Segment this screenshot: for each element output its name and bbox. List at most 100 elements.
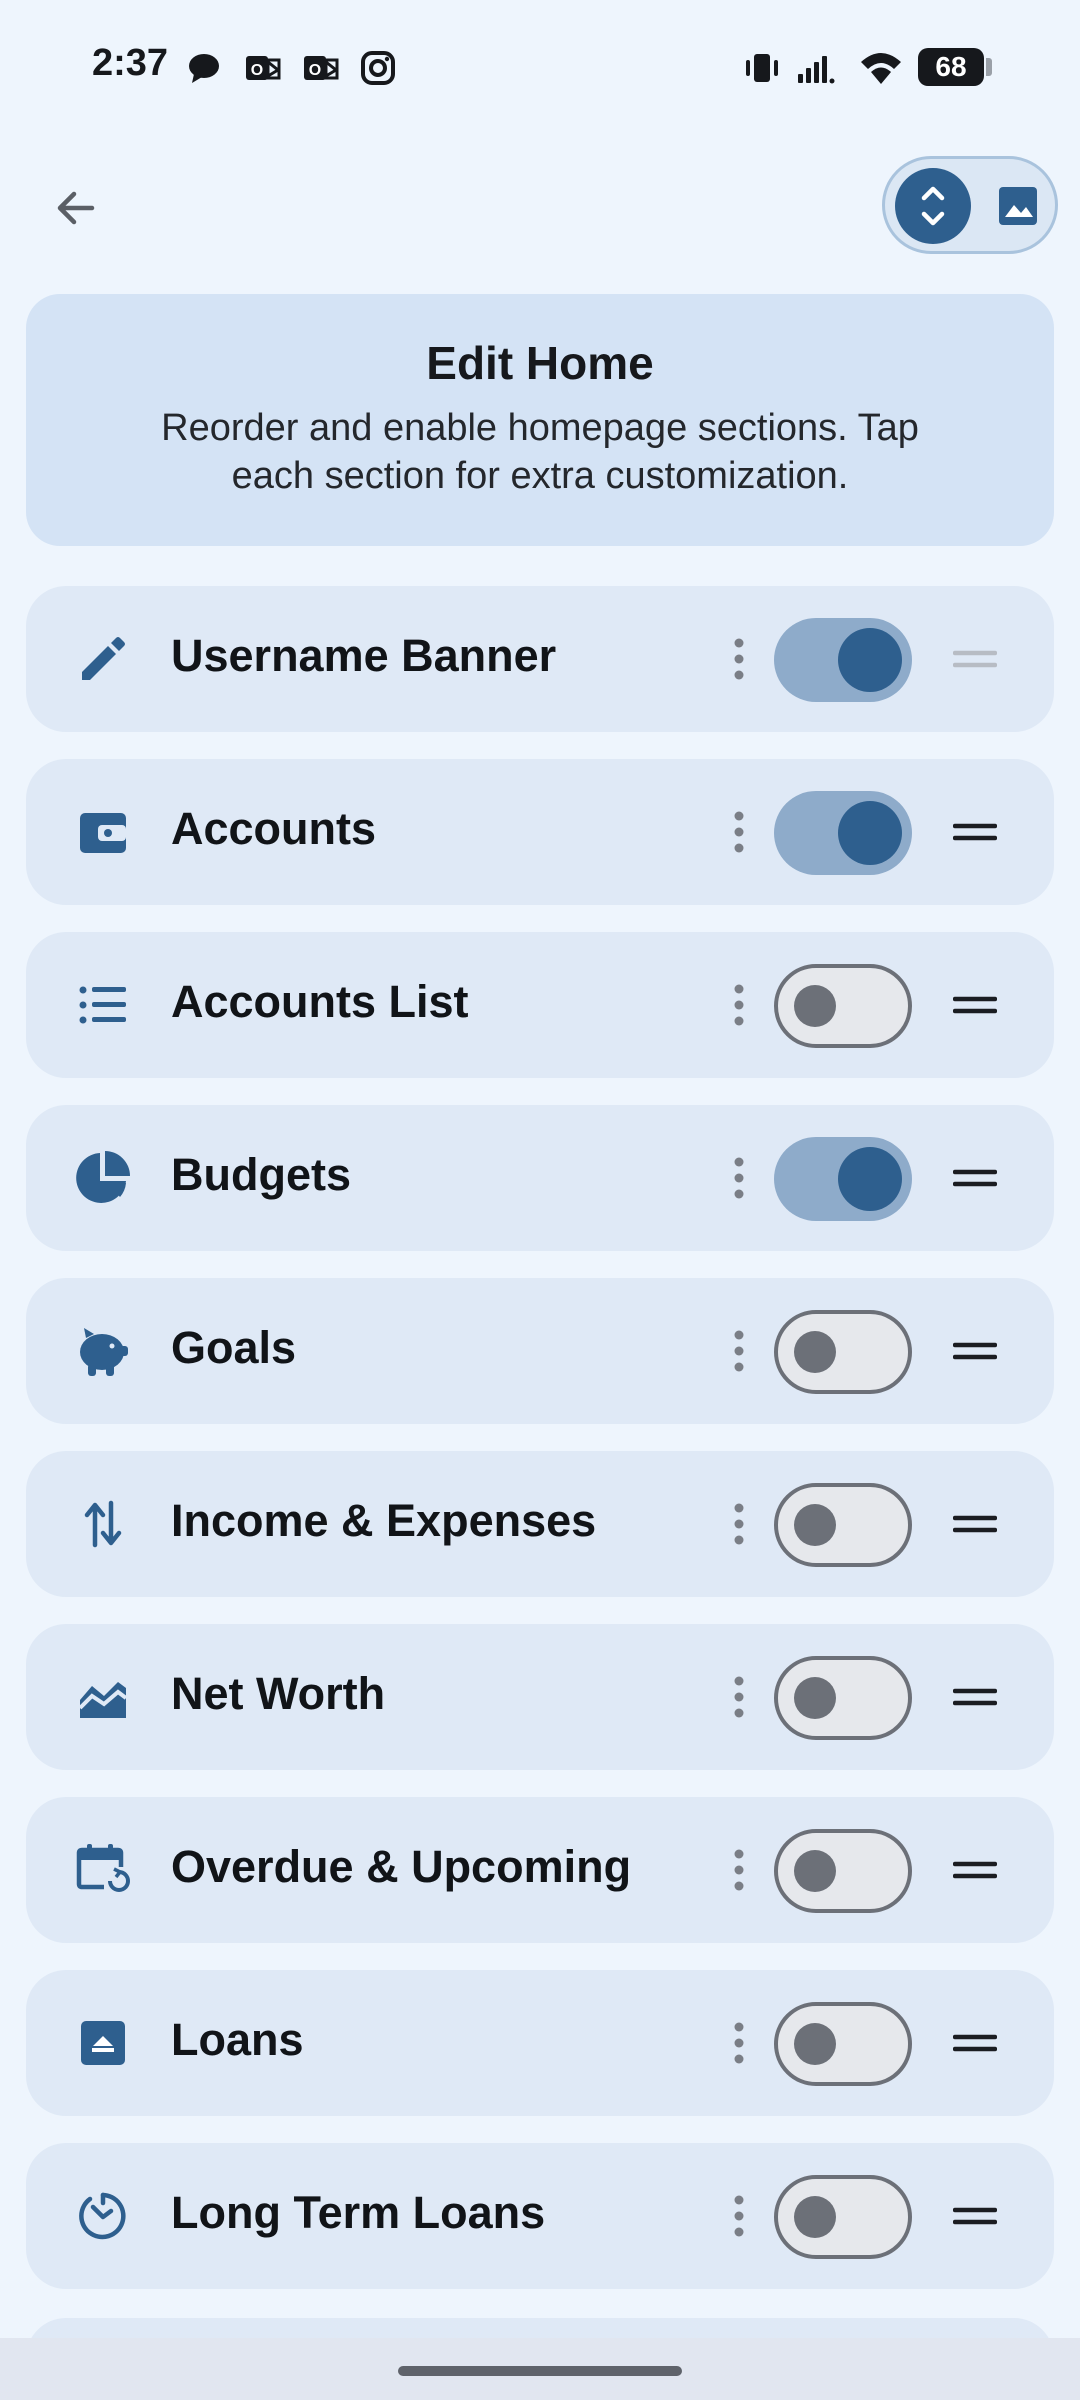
drag-handle[interactable] — [952, 2026, 998, 2060]
edit-home-header-card: Edit Home Reorder and enable homepage se… — [26, 294, 1054, 546]
wifi-icon — [861, 53, 901, 84]
home-indicator[interactable] — [398, 2366, 682, 2376]
page-title: Edit Home — [426, 337, 654, 389]
battery-icon: 68 — [918, 48, 992, 86]
outlook-icon: O — [304, 56, 339, 80]
drag-handle[interactable] — [952, 815, 998, 849]
section-label: Loans — [171, 2014, 304, 2065]
chat-bubble-icon — [189, 54, 219, 83]
page-description: Reorder and enable homepage sections. Ta… — [161, 407, 919, 497]
section-label: Accounts List — [171, 976, 469, 1027]
swap-vertical-icon — [84, 1500, 122, 1548]
switch-knob — [794, 1331, 836, 1373]
more-options-button[interactable] — [714, 1845, 764, 1895]
piggy-bank-icon — [80, 1328, 128, 1376]
drag-handle-icon — [953, 1342, 997, 1360]
section-enable-switch[interactable] — [774, 2175, 912, 2259]
drag-handle-icon — [953, 2034, 997, 2052]
drag-handle[interactable] — [952, 1853, 998, 1887]
section-label: Budgets — [171, 1149, 351, 1200]
more-vertical-icon — [734, 2195, 744, 2237]
section-row-overdue-upcoming[interactable]: Overdue & Upcoming — [26, 1797, 1054, 1943]
section-enable-switch[interactable] — [774, 2002, 912, 2086]
section-enable-switch[interactable] — [774, 1656, 912, 1740]
section-enable-switch[interactable] — [774, 964, 912, 1048]
status-bar: 2:37 O O 68 — [0, 0, 1080, 130]
more-options-button[interactable] — [714, 1499, 764, 1549]
section-enable-switch[interactable] — [774, 1310, 912, 1394]
section-enable-switch[interactable] — [774, 1483, 912, 1567]
image-icon — [999, 187, 1037, 225]
outlook-icon: O — [246, 56, 281, 80]
section-row-net-worth[interactable]: Net Worth — [26, 1624, 1054, 1770]
more-options-button[interactable] — [714, 807, 764, 857]
list-icon — [79, 986, 126, 1024]
switch-knob — [838, 1147, 902, 1211]
svg-text:O: O — [251, 62, 263, 79]
more-options-button[interactable] — [714, 2191, 764, 2241]
section-row-loans[interactable]: Loans — [26, 1970, 1054, 2116]
switch-knob — [794, 1850, 836, 1892]
more-vertical-icon — [734, 811, 744, 853]
switch-knob — [794, 2196, 836, 2238]
drag-handle[interactable] — [952, 642, 998, 676]
more-options-button[interactable] — [714, 634, 764, 684]
section-row-budgets[interactable]: Budgets — [26, 1105, 1054, 1251]
drag-handle[interactable] — [952, 1334, 998, 1368]
section-label: Goals — [171, 1322, 297, 1373]
drag-handle[interactable] — [952, 1507, 998, 1541]
pencil-icon — [82, 637, 125, 680]
more-vertical-icon — [734, 1676, 744, 1718]
section-row-username-banner[interactable]: Username Banner — [26, 586, 1054, 732]
switch-knob — [794, 1504, 836, 1546]
section-enable-switch[interactable] — [774, 1137, 912, 1221]
svg-text:O: O — [309, 62, 321, 79]
image-mode-button[interactable] — [983, 168, 1053, 244]
section-enable-switch[interactable] — [774, 791, 912, 875]
more-options-button[interactable] — [714, 2018, 764, 2068]
drag-handle-icon — [953, 823, 997, 841]
section-list: Username Banner Accounts Accounts List B… — [26, 586, 1054, 2316]
more-vertical-icon — [734, 1157, 744, 1199]
drag-handle[interactable] — [952, 2199, 998, 2233]
switch-knob — [794, 1677, 836, 1719]
section-row-income-expenses[interactable]: Income & Expenses — [26, 1451, 1054, 1597]
more-vertical-icon — [734, 2022, 744, 2064]
section-row-accounts-list[interactable]: Accounts List — [26, 932, 1054, 1078]
section-label: Username Banner — [171, 630, 557, 681]
drag-handle-icon — [953, 996, 997, 1014]
area-chart-icon — [78, 1682, 128, 1718]
clock-icon — [79, 2192, 126, 2240]
section-row-long-term-loans[interactable]: Long Term Loans — [26, 2143, 1054, 2289]
instagram-icon — [361, 51, 395, 85]
wallet-icon — [80, 813, 126, 853]
calendar-clock-icon — [76, 1844, 130, 1892]
vibrate-icon — [746, 54, 778, 82]
pie-chart-icon — [76, 1151, 130, 1203]
drag-handle[interactable] — [952, 1161, 998, 1195]
section-enable-switch[interactable] — [774, 618, 912, 702]
drag-handle-icon — [953, 1515, 997, 1533]
unfold-icon — [921, 186, 945, 226]
section-label: Income & Expenses — [171, 1495, 597, 1546]
more-vertical-icon — [734, 1330, 744, 1372]
more-options-button[interactable] — [714, 1672, 764, 1722]
section-row-accounts[interactable]: Accounts — [26, 759, 1054, 905]
drag-handle[interactable] — [952, 1680, 998, 1714]
reorder-mode-button[interactable] — [895, 168, 971, 244]
section-label: Overdue & Upcoming — [171, 1841, 632, 1892]
back-button[interactable] — [40, 172, 112, 244]
more-options-button[interactable] — [714, 1153, 764, 1203]
more-vertical-icon — [734, 1503, 744, 1545]
switch-knob — [794, 2023, 836, 2065]
drag-handle-icon — [953, 1861, 997, 1879]
section-row-goals[interactable]: Goals — [26, 1278, 1054, 1424]
more-vertical-icon — [734, 1849, 744, 1891]
switch-knob — [838, 628, 902, 692]
drag-handle[interactable] — [952, 988, 998, 1022]
more-options-button[interactable] — [714, 1326, 764, 1376]
status-time: 2:37 — [92, 42, 169, 84]
section-label: Long Term Loans — [171, 2187, 546, 2238]
more-options-button[interactable] — [714, 980, 764, 1030]
section-enable-switch[interactable] — [774, 1829, 912, 1913]
